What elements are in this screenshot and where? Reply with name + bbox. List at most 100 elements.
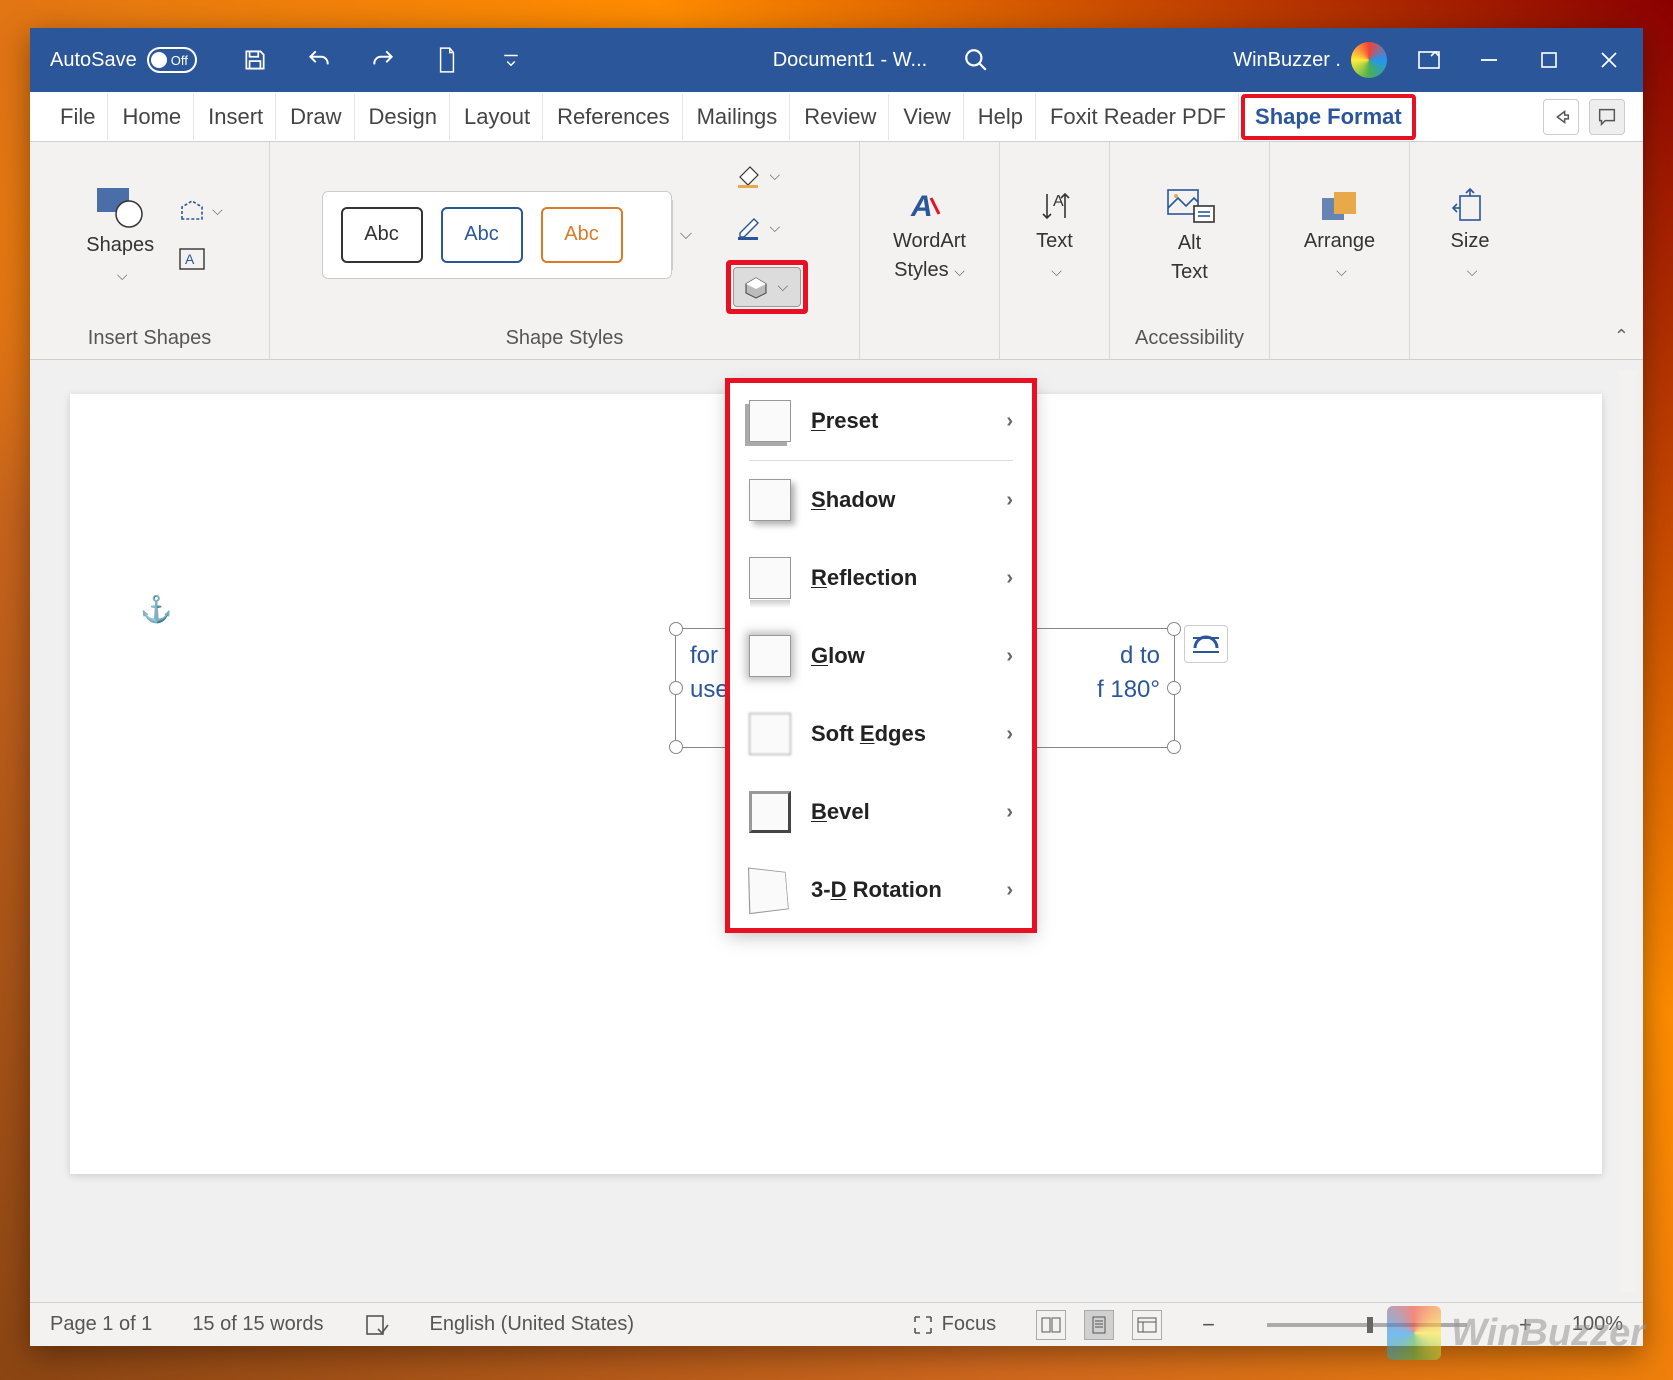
tab-shape-format[interactable]: Shape Format bbox=[1241, 94, 1416, 140]
chevron-right-icon: › bbox=[1006, 879, 1013, 902]
arrange-button[interactable]: Arrange bbox=[1294, 180, 1385, 290]
new-doc-button[interactable] bbox=[429, 42, 465, 78]
group-label-accessibility: Accessibility bbox=[1135, 317, 1244, 353]
group-accessibility: Alt Text Accessibility bbox=[1110, 142, 1270, 359]
resize-handle[interactable] bbox=[669, 622, 683, 636]
zoom-level[interactable]: 100% bbox=[1572, 1313, 1623, 1336]
undo-button[interactable] bbox=[301, 42, 337, 78]
web-layout-button[interactable] bbox=[1132, 1310, 1162, 1340]
statusbar: Page 1 of 1 15 of 15 words English (Unit… bbox=[30, 1302, 1643, 1346]
save-button[interactable] bbox=[237, 42, 273, 78]
tab-draw[interactable]: Draw bbox=[278, 94, 354, 140]
maximize-button[interactable] bbox=[1531, 42, 1567, 78]
resize-handle[interactable] bbox=[1167, 681, 1181, 695]
collapse-ribbon-button[interactable]: ⌃ bbox=[1614, 326, 1629, 347]
svg-text:A: A bbox=[910, 190, 933, 223]
redo-button[interactable] bbox=[365, 42, 401, 78]
menu-shadow[interactable]: Shadow › bbox=[729, 461, 1033, 539]
shadow-icon bbox=[749, 479, 791, 521]
arrange-label: Arrange bbox=[1304, 230, 1375, 253]
ribbon-tabs: File Home Insert Draw Design Layout Refe… bbox=[30, 92, 1643, 142]
wordart-label: WordArt bbox=[893, 230, 966, 253]
ribbon-display-button[interactable] bbox=[1411, 42, 1447, 78]
gallery-more-button[interactable]: ⌵ bbox=[672, 200, 700, 270]
wordart-styles-button[interactable]: A WordArt Styles ⌵ bbox=[883, 180, 976, 290]
minimize-button[interactable] bbox=[1471, 42, 1507, 78]
zoom-slider[interactable] bbox=[1267, 1323, 1467, 1327]
resize-handle[interactable] bbox=[669, 681, 683, 695]
tab-references[interactable]: References bbox=[545, 94, 683, 140]
autosave-switch[interactable]: Off bbox=[147, 47, 197, 73]
share-button[interactable] bbox=[1543, 99, 1579, 135]
menu-preset[interactable]: PPresetreset › bbox=[729, 382, 1033, 460]
menu-reflection[interactable]: Reflection › bbox=[729, 539, 1033, 617]
text-label: Text bbox=[1036, 230, 1073, 253]
alt-text-button[interactable]: Alt Text bbox=[1154, 178, 1226, 292]
shape-styles-gallery[interactable]: Abc Abc Abc bbox=[322, 191, 672, 279]
svg-text:A: A bbox=[185, 251, 195, 267]
zoom-out-button[interactable]: − bbox=[1202, 1312, 1215, 1338]
menu-soft-edges[interactable]: Soft Edges › bbox=[729, 695, 1033, 773]
print-layout-button[interactable] bbox=[1084, 1310, 1114, 1340]
page-status[interactable]: Page 1 of 1 bbox=[50, 1313, 152, 1336]
word-count[interactable]: 15 of 15 words bbox=[192, 1313, 323, 1336]
search-icon[interactable] bbox=[963, 47, 989, 73]
tab-review[interactable]: Review bbox=[792, 94, 889, 140]
shape-effects-button[interactable]: ⌵ bbox=[733, 267, 801, 307]
user-account[interactable]: WinBuzzer . bbox=[1233, 42, 1387, 78]
zoom-in-button[interactable]: + bbox=[1519, 1312, 1532, 1338]
layout-options-button[interactable] bbox=[1184, 625, 1228, 663]
style-2[interactable]: Abc bbox=[441, 207, 523, 263]
menu-3d-rotation[interactable]: 3-D Rotation › bbox=[729, 851, 1033, 929]
vertical-scrollbar[interactable] bbox=[1619, 370, 1637, 1292]
comments-button[interactable] bbox=[1589, 99, 1625, 135]
tab-insert[interactable]: Insert bbox=[196, 94, 276, 140]
size-button[interactable]: Size bbox=[1440, 180, 1500, 290]
autosave-toggle[interactable]: AutoSave Off bbox=[38, 47, 209, 73]
avatar-icon bbox=[1351, 42, 1387, 78]
style-3[interactable]: Abc bbox=[541, 207, 623, 263]
style-1[interactable]: Abc bbox=[341, 207, 423, 263]
document-title: Document1 - W... bbox=[773, 49, 928, 72]
group-shape-styles: Abc Abc Abc ⌵ ⌵ ⌵ bbox=[270, 142, 860, 359]
paint-bucket-icon bbox=[734, 163, 762, 189]
tab-help[interactable]: Help bbox=[966, 94, 1036, 140]
shape-fill-button[interactable]: ⌵ bbox=[726, 156, 794, 196]
word-window: AutoSave Off Document1 - W bbox=[30, 28, 1643, 1346]
tab-design[interactable]: Design bbox=[357, 94, 450, 140]
menu-glow[interactable]: Glow › bbox=[729, 617, 1033, 695]
group-label-insert-shapes: Insert Shapes bbox=[88, 317, 211, 353]
rotation-icon bbox=[748, 867, 789, 914]
menu-bevel[interactable]: Bevel › bbox=[729, 773, 1033, 851]
resize-handle[interactable] bbox=[669, 740, 683, 754]
tab-mailings[interactable]: Mailings bbox=[685, 94, 791, 140]
close-button[interactable] bbox=[1591, 42, 1627, 78]
window-title-area: Document1 - W... bbox=[537, 47, 1225, 73]
shape-outline-button[interactable]: ⌵ bbox=[726, 208, 794, 248]
resize-handle[interactable] bbox=[1167, 622, 1181, 636]
draw-textbox-button[interactable]: A bbox=[178, 247, 223, 271]
resize-handle[interactable] bbox=[1167, 740, 1181, 754]
tab-file[interactable]: File bbox=[48, 94, 108, 140]
tab-home[interactable]: Home bbox=[110, 94, 194, 140]
customize-qat-button[interactable] bbox=[493, 42, 529, 78]
autosave-state: Off bbox=[171, 53, 188, 68]
group-label-shape-styles: Shape Styles bbox=[506, 317, 624, 353]
tab-view[interactable]: View bbox=[891, 94, 963, 140]
glow-icon bbox=[749, 635, 791, 677]
spellcheck-icon[interactable] bbox=[364, 1313, 390, 1337]
tab-foxit[interactable]: Foxit Reader PDF bbox=[1038, 94, 1239, 140]
toggle-knob-icon bbox=[151, 52, 167, 68]
chevron-right-icon: › bbox=[1006, 723, 1013, 746]
read-mode-button[interactable] bbox=[1036, 1310, 1066, 1340]
text-direction-button[interactable]: A Text bbox=[1026, 180, 1083, 290]
chevron-right-icon: › bbox=[1006, 645, 1013, 668]
tab-layout[interactable]: Layout bbox=[452, 94, 543, 140]
arrange-icon bbox=[1318, 188, 1362, 224]
language-status[interactable]: English (United States) bbox=[430, 1313, 635, 1336]
focus-icon[interactable]: Focus bbox=[912, 1313, 996, 1336]
group-wordart: A WordArt Styles ⌵ bbox=[860, 142, 1000, 359]
text-direction-icon: A bbox=[1037, 188, 1073, 224]
edit-shape-button[interactable]: ⌵ bbox=[178, 199, 223, 223]
shapes-button[interactable]: Shapes bbox=[76, 176, 164, 294]
